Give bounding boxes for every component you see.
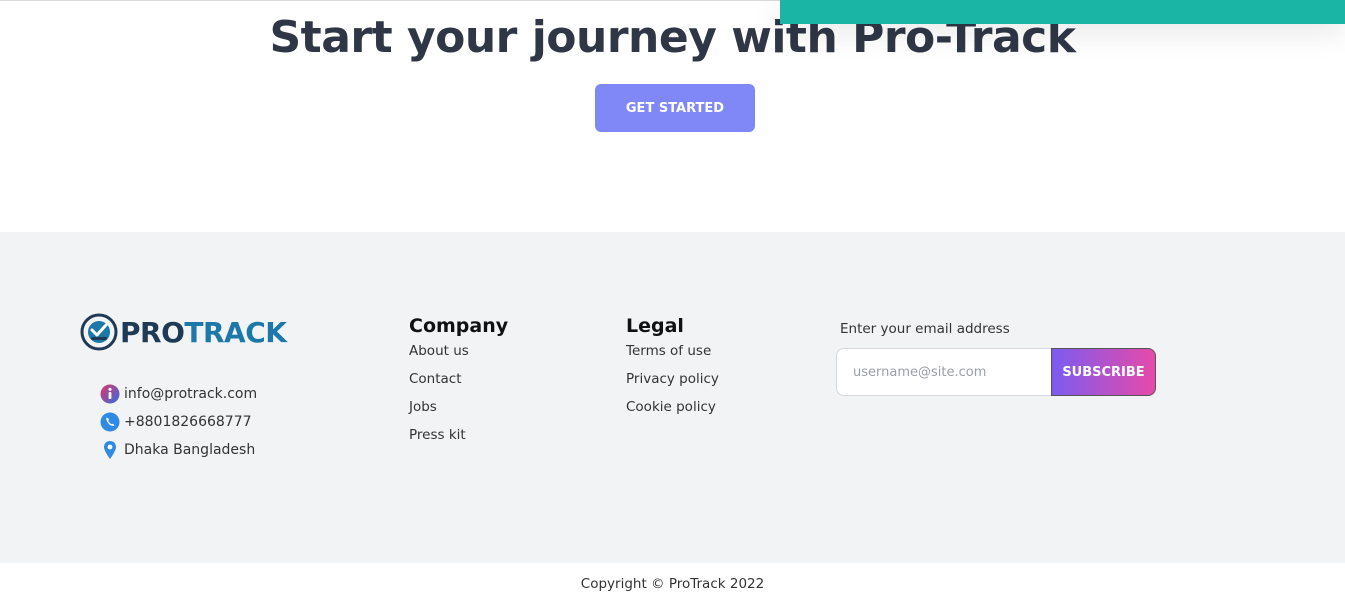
email-input[interactable] <box>836 348 1051 396</box>
copyright-text: Copyright © ProTrack 2022 <box>580 576 765 592</box>
contact-location-text: Dhaka Bangladesh <box>124 442 256 458</box>
link-contact[interactable]: Contact <box>409 371 462 387</box>
logo-mark-icon <box>80 313 118 351</box>
info-icon <box>100 384 120 404</box>
company-heading: Company <box>409 315 509 337</box>
link-cookie-policy[interactable]: Cookie policy <box>626 399 716 415</box>
logo-text-pro: PRO <box>120 315 185 349</box>
link-privacy-policy[interactable]: Privacy policy <box>626 371 719 387</box>
hero-section: Start your journey with Pro-Track GET ST… <box>0 0 1345 232</box>
legal-column: Legal Terms of use Privacy policy Cookie… <box>626 316 719 426</box>
company-links: About us Contact Jobs Press kit <box>409 342 508 454</box>
contact-list: info@protrack.com +8801826668777 Dhaka B… <box>100 380 257 464</box>
protrack-logo[interactable]: PROTRACK <box>80 312 287 352</box>
location-pin-icon <box>100 440 120 460</box>
subscribe-button[interactable]: SUBSCRIBE <box>1051 348 1156 396</box>
link-jobs[interactable]: Jobs <box>409 399 437 415</box>
contact-email-text: info@protrack.com <box>124 386 258 402</box>
contact-phone-text: +8801826668777 <box>124 414 252 430</box>
contact-location: Dhaka Bangladesh <box>100 436 257 464</box>
link-about-us[interactable]: About us <box>409 343 469 359</box>
legal-heading: Legal <box>626 315 684 337</box>
get-started-button[interactable]: GET STARTED <box>595 84 755 132</box>
contact-phone[interactable]: +8801826668777 <box>100 408 257 436</box>
company-column: Company About us Contact Jobs Press kit <box>409 316 508 454</box>
contact-email[interactable]: info@protrack.com <box>100 380 257 408</box>
logo-text-track: TRACK <box>184 315 287 349</box>
newsletter-label: Enter your email address <box>840 321 1010 337</box>
link-terms-of-use[interactable]: Terms of use <box>626 343 711 359</box>
footer: PROTRACK info@protrack.com +880182666877… <box>0 232 1345 563</box>
phone-icon <box>100 412 120 432</box>
legal-links: Terms of use Privacy policy Cookie polic… <box>626 342 719 426</box>
link-press-kit[interactable]: Press kit <box>409 427 466 443</box>
page: Start your journey with Pro-Track GET ST… <box>0 0 1345 609</box>
logo-text: PROTRACK <box>120 315 287 349</box>
teal-banner <box>780 0 1345 24</box>
